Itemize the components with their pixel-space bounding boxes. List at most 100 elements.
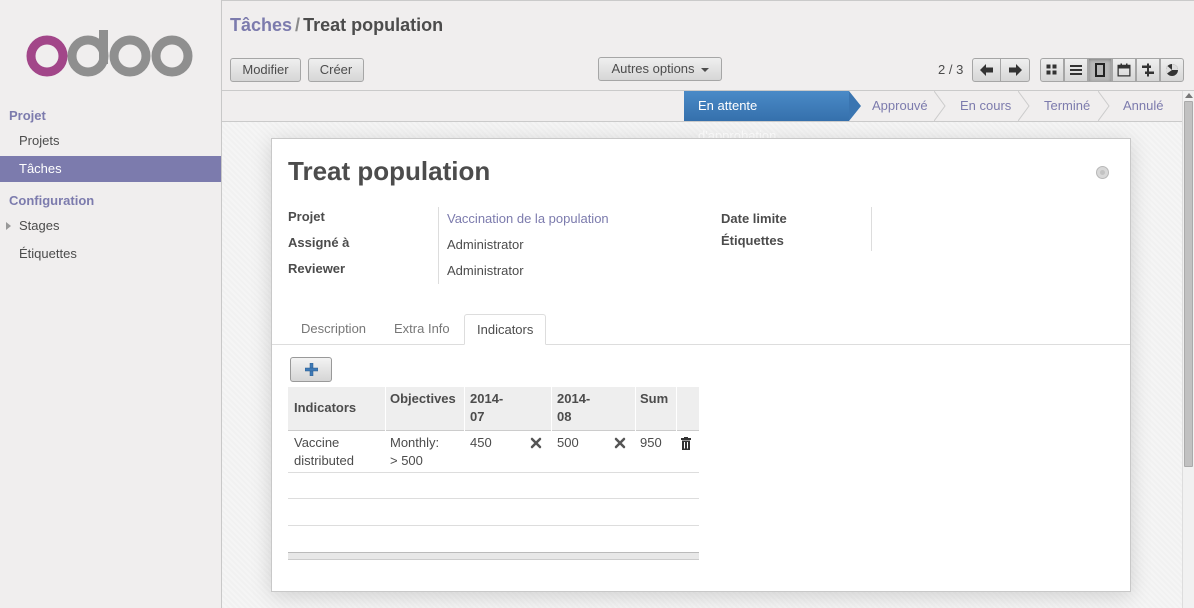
field-label-etiquettes: Étiquettes <box>721 233 784 248</box>
calendar-icon <box>1117 63 1131 77</box>
field-label-projet: Projet <box>288 209 325 224</box>
column-divider <box>551 387 552 431</box>
pager-next-button[interactable] <box>1001 58 1030 82</box>
cell-line: Vaccine <box>294 435 340 450</box>
form-icon <box>1095 63 1105 77</box>
cell-indicator: Vaccine distributed <box>294 434 354 470</box>
table-row-divider <box>288 472 699 473</box>
view-form-button[interactable] <box>1088 58 1112 82</box>
column-header-sum[interactable]: Sum <box>640 390 668 408</box>
edit-button[interactable]: Modifier <box>230 58 301 82</box>
cell-objective: Monthly: > 500 <box>390 434 439 470</box>
breadcrumb: Tâches / Treat population <box>230 15 443 36</box>
pager-previous-button[interactable] <box>972 58 1001 82</box>
kanban-state-icon[interactable] <box>1096 166 1109 179</box>
cell-month-2: 500 <box>557 435 579 450</box>
column-header-line: 08 <box>557 409 572 424</box>
notebook-tabs: Description Extra Info Indicators <box>272 314 1130 345</box>
list-icon <box>1070 65 1082 75</box>
field-separator <box>871 207 872 251</box>
table-row-divider <box>288 498 699 499</box>
table-header: Indicators Objectives 2014- 07 2014- 08 … <box>288 387 699 431</box>
tab-description[interactable]: Description <box>289 314 378 345</box>
column-header-line: 07 <box>470 409 485 424</box>
cell-sum: 950 <box>640 435 662 450</box>
stage-in-progress[interactable]: En cours <box>960 91 1011 121</box>
column-divider <box>464 387 465 431</box>
column-header-line: 2014- <box>470 391 504 406</box>
stage-chevron-icon <box>934 91 946 121</box>
view-list-button[interactable] <box>1064 58 1088 82</box>
column-divider <box>385 387 386 431</box>
view-calendar-button[interactable] <box>1112 58 1136 82</box>
tab-extra-info[interactable]: Extra Info <box>382 314 462 345</box>
scroll-up-icon[interactable] <box>1185 93 1193 98</box>
column-header-2014-08[interactable]: 2014- 08 <box>557 390 590 426</box>
column-header-indicators[interactable]: Indicators <box>294 399 356 417</box>
column-divider <box>635 387 636 431</box>
column-header-objectives[interactable]: Objectives <box>390 390 456 408</box>
view-graph-button[interactable] <box>1160 58 1184 82</box>
stage-chevron-icon <box>1098 91 1110 121</box>
stage-statusbar: En attente d'approbation Approuvé En cou… <box>222 91 1182 143</box>
remove-cross-icon[interactable] <box>614 437 626 449</box>
add-line-button[interactable] <box>290 357 332 382</box>
stage-approved[interactable]: Approuvé <box>872 91 928 121</box>
gantt-icon <box>1142 63 1154 77</box>
page-title: Treat population <box>288 156 491 186</box>
view-kanban-button[interactable] <box>1040 58 1064 82</box>
arrow-right-icon <box>1009 64 1022 76</box>
chevron-down-icon <box>700 67 709 72</box>
view-gantt-button[interactable] <box>1136 58 1160 82</box>
table-footer <box>288 552 699 560</box>
form-view: En attente d'approbation Approuvé En cou… <box>222 91 1182 608</box>
tab-indicators[interactable]: Indicators <box>464 314 547 345</box>
remove-cross-icon[interactable] <box>530 437 542 449</box>
stage-done[interactable]: Terminé <box>1044 91 1090 121</box>
breadcrumb-current: Treat population <box>303 15 444 35</box>
plus-icon <box>305 363 318 376</box>
arrow-left-icon <box>979 64 993 76</box>
table-row-divider <box>288 525 699 526</box>
more-options-label: Autres options <box>611 61 695 76</box>
column-header-line: 2014- <box>557 391 591 406</box>
kanban-icon <box>1046 64 1057 75</box>
menu-section-configuration: Configuration <box>9 193 95 208</box>
sidebar-item-taches[interactable]: Tâches <box>0 156 221 182</box>
sidebar: Projet Projets Tâches Configuration Stag… <box>0 0 222 608</box>
more-options-dropdown[interactable]: Autres options <box>598 57 722 81</box>
sidebar-item-stages[interactable]: Stages <box>0 213 221 239</box>
control-panel: Tâches / Treat population Modifier Créer A… <box>222 0 1194 91</box>
sidebar-item-label: Stages <box>19 218 60 233</box>
stage-pending-approval[interactable]: En attente d'approbation <box>684 91 849 143</box>
field-reviewer-value: Administrator <box>447 263 524 278</box>
scrollbar-thumb[interactable] <box>1184 101 1193 467</box>
cell-line: Monthly: <box>390 435 440 450</box>
field-label-date-limite: Date limite <box>721 211 787 226</box>
breadcrumb-parent[interactable]: Tâches <box>230 15 292 35</box>
trash-icon[interactable] <box>681 437 691 450</box>
field-projet-link[interactable]: Vaccination de la population <box>447 211 609 226</box>
stage-chevron-icon <box>1018 91 1030 121</box>
cell-month-1: 450 <box>470 435 492 450</box>
sidebar-item-etiquettes[interactable]: Étiquettes <box>0 241 221 267</box>
field-separator <box>438 207 439 284</box>
column-divider <box>676 387 677 431</box>
field-assigne-value: Administrator <box>447 237 524 252</box>
cell-line: > 500 <box>390 453 423 468</box>
odoo-logo[interactable] <box>26 30 196 82</box>
pager-counter: 2 / 3 <box>938 62 964 77</box>
form-sheet: Treat population Projet Vaccination de l… <box>271 138 1131 592</box>
field-label-assigne: Assigné à <box>288 235 350 250</box>
stage-cancelled[interactable]: Annulé <box>1123 91 1163 121</box>
expand-caret-icon[interactable] <box>6 222 11 230</box>
stage-arrow-icon <box>849 91 861 121</box>
graph-icon <box>1165 64 1178 76</box>
scrollbar[interactable] <box>1182 91 1194 608</box>
field-label-reviewer: Reviewer <box>288 261 346 276</box>
column-header-2014-07[interactable]: 2014- 07 <box>470 390 503 426</box>
sidebar-item-projets[interactable]: Projets <box>0 128 221 154</box>
create-button[interactable]: Créer <box>308 58 364 82</box>
breadcrumb-separator: / <box>295 15 301 35</box>
cell-line: distributed <box>294 453 354 468</box>
